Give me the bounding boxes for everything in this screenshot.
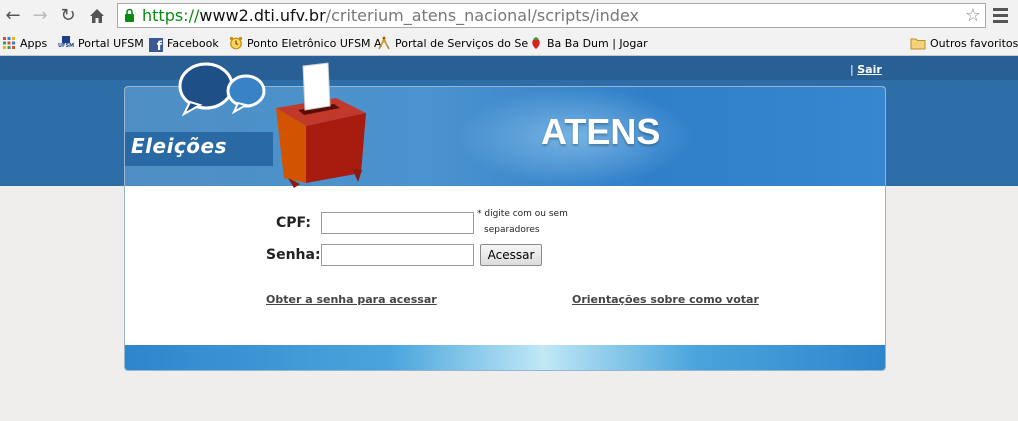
bookmark-star-icon[interactable]: ☆ xyxy=(965,5,981,27)
facebook-icon: f xyxy=(149,38,163,53)
bookmark-label: Facebook xyxy=(167,37,219,50)
bookmark-portal-servicos[interactable]: Portal de Serviços do Se xyxy=(377,36,528,52)
ballot-box-illustration xyxy=(178,62,366,188)
voting-guide-link[interactable]: Orientações sobre como votar xyxy=(572,293,759,306)
bookmark-ponto-eletronico[interactable]: Ponto Eletrônico UFSM A xyxy=(229,36,382,52)
cpf-hint-line1: * digite com ou sem xyxy=(477,209,568,219)
bookmark-label: Ba Ba Dum | Jogar xyxy=(547,37,648,50)
wheat-icon xyxy=(378,36,390,50)
logout-separator: | xyxy=(850,63,854,76)
url-path: /criterium_atens_nacional/scripts/index xyxy=(325,6,639,25)
ufsm-logo-text: UFSM xyxy=(58,43,75,49)
bookmark-label: Outros favoritos xyxy=(930,37,1018,50)
submit-button[interactable]: Acessar xyxy=(480,244,542,266)
strawberry-icon xyxy=(532,37,540,49)
bookmark-label: Portal UFSM xyxy=(78,37,144,50)
reload-icon[interactable]: ↻ xyxy=(57,5,79,27)
forward-arrow-icon[interactable]: → xyxy=(29,5,51,27)
address-bar[interactable]: https://www2.dti.ufv.br/criterium_atens_… xyxy=(117,3,986,28)
alarm-clock-icon xyxy=(229,36,243,50)
folder-icon xyxy=(910,38,926,50)
bookmarks-bar: Apps UFSM Portal UFSM f Facebook Ponto El… xyxy=(0,33,1018,56)
cpf-label: CPF: xyxy=(276,215,311,231)
lock-icon xyxy=(125,8,134,22)
logout-area: | Sair xyxy=(850,63,882,76)
bookmark-portal-ufsm[interactable]: UFSM Portal UFSM xyxy=(58,36,144,52)
home-icon[interactable] xyxy=(86,5,108,27)
menu-icon[interactable] xyxy=(993,8,1008,26)
apps-grid-icon xyxy=(3,37,15,49)
cpf-hint-line2: separadores xyxy=(484,225,540,235)
bookmark-facebook[interactable]: f Facebook xyxy=(149,36,219,53)
password-label: Senha: xyxy=(266,247,321,263)
ufsm-logo-icon: UFSM xyxy=(58,36,74,50)
speech-bubbles-icon xyxy=(178,62,266,117)
cpf-input[interactable] xyxy=(321,212,474,234)
bookmark-apps[interactable]: Apps xyxy=(2,36,47,52)
brand-title: ATENS xyxy=(541,111,661,152)
bookmark-label: Portal de Serviços do Se xyxy=(395,37,529,50)
url-scheme: https:// xyxy=(142,6,200,25)
browser-toolbar: ← → ↻ https://www2.dti.ufv.br/criterium_… xyxy=(0,0,1018,33)
bookmark-label: Ponto Eletrônico UFSM A xyxy=(247,37,382,50)
ballot-box-icon xyxy=(276,62,366,188)
back-arrow-icon[interactable]: ← xyxy=(2,5,24,27)
bookmark-label: Apps xyxy=(20,37,48,50)
panel-footer-band xyxy=(125,345,885,370)
logout-link[interactable]: Sair xyxy=(857,63,882,76)
bookmark-ba-ba-dum[interactable]: Ba Ba Dum | Jogar xyxy=(529,36,648,52)
url-host: www2.dti.ufv.br xyxy=(199,6,326,25)
url-text: https://www2.dti.ufv.br/criterium_atens_… xyxy=(142,6,639,25)
bookmark-other-favorites[interactable]: Outros favoritos xyxy=(910,36,1018,52)
password-input[interactable] xyxy=(321,244,474,266)
get-password-link[interactable]: Obter a senha para acessar xyxy=(266,293,437,306)
